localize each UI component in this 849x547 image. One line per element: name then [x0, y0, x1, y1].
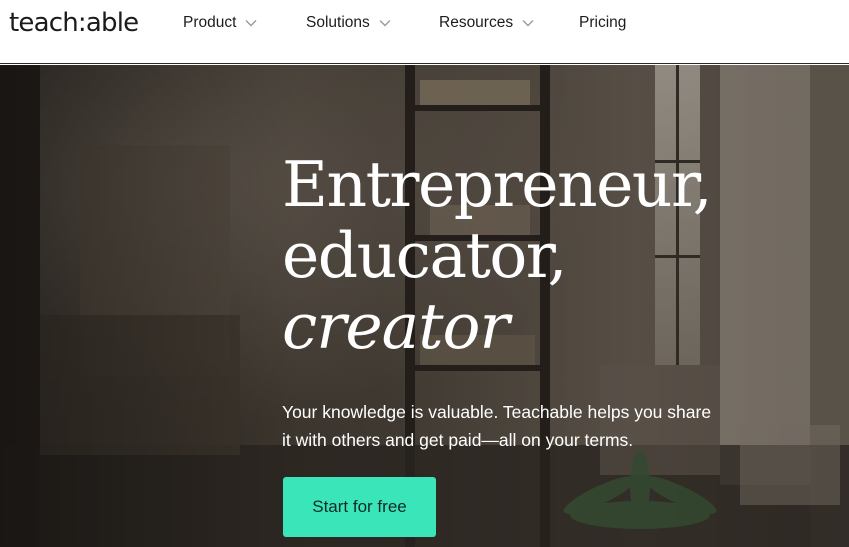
headline-line: Entrepreneur, — [282, 148, 713, 221]
headline-line: creator — [282, 290, 510, 363]
start-for-free-button[interactable]: Start for free — [283, 477, 436, 537]
chevron-down-icon — [245, 19, 257, 27]
nav-item-label: Pricing — [579, 14, 627, 31]
chevron-down-icon — [379, 19, 391, 27]
chevron-down-icon — [522, 19, 534, 27]
subtext-line: Your knowledge is valuable. Teachable he… — [282, 402, 712, 422]
hero-section: Entrepreneur, educator, creator Your kno… — [0, 65, 849, 547]
nav-item-solutions[interactable]: Solutions — [306, 13, 391, 33]
nav-item-label: Solutions — [306, 14, 370, 31]
subtext-line: it with others and get paid—all on your … — [282, 430, 634, 450]
headline-line: educator, — [282, 219, 568, 292]
hero-subtext: Your knowledge is valuable. Teachable he… — [282, 398, 802, 454]
nav-item-pricing[interactable]: Pricing — [579, 13, 626, 33]
teachable-logo[interactable]: teach:able — [9, 8, 139, 38]
hero-headline: Entrepreneur, educator, creator — [282, 148, 713, 363]
nav-item-resources[interactable]: Resources — [439, 13, 534, 33]
nav-item-label: Product — [183, 14, 237, 31]
nav-item-label: Resources — [439, 14, 514, 31]
nav-item-product[interactable]: Product — [183, 13, 257, 33]
top-navbar: teach:able Product Solutions Resources P… — [0, 0, 849, 64]
